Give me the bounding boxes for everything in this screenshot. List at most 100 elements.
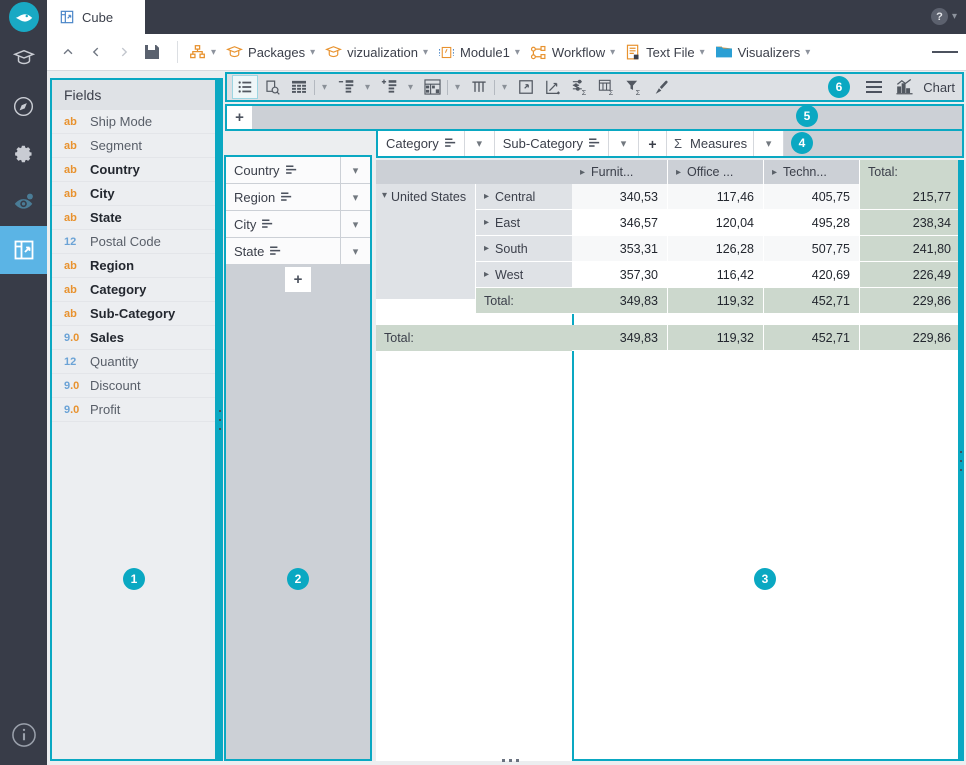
list-item[interactable]: ab Segment <box>52 134 215 158</box>
row-group-united-states[interactable]: ▾ United States <box>376 184 476 299</box>
table-cell[interactable]: 507,75 <box>764 236 860 262</box>
page-search-icon[interactable] <box>259 75 285 99</box>
sidebar-item-cube[interactable] <box>0 226 47 274</box>
workflow-menu[interactable]: Workflow ▾ <box>525 38 620 66</box>
column-field-category[interactable]: Category <box>378 131 464 156</box>
list-item[interactable]: 9.0 Profit <box>52 398 215 422</box>
vizualization-menu[interactable]: vizualization ▾ <box>320 38 433 66</box>
dimension-row-state[interactable]: State ▾ <box>226 238 370 265</box>
chevron-down-icon[interactable]: ▾ <box>340 157 370 183</box>
list-item[interactable]: 12 Postal Code <box>52 230 215 254</box>
sort-icon[interactable] <box>281 191 294 203</box>
list-item[interactable]: 12 Quantity <box>52 350 215 374</box>
chevron-down-icon[interactable]: ▾ <box>450 75 465 99</box>
table-cell-total[interactable]: 238,34 <box>860 210 960 236</box>
table-cell-grandtotal[interactable]: 119,32 <box>668 325 764 351</box>
chevron-right-icon[interactable]: ▸ <box>484 217 489 228</box>
sidebar-item-compass[interactable] <box>0 82 47 130</box>
info-icon[interactable] <box>0 705 47 765</box>
table-cell[interactable]: 420,69 <box>764 262 860 288</box>
table-cell[interactable]: 346,57 <box>572 210 668 236</box>
dimension-row-country[interactable]: Country ▾ <box>226 157 370 184</box>
help-button[interactable]: ? ▾ <box>930 8 957 25</box>
brush-icon[interactable] <box>648 75 674 99</box>
chevron-right-icon[interactable]: ▸ <box>580 167 585 178</box>
chevron-down-icon[interactable]: ▾ <box>340 211 370 237</box>
chart-icon[interactable] <box>891 75 917 99</box>
sort-icon[interactable] <box>444 138 458 149</box>
sort-icon[interactable] <box>262 218 275 230</box>
splitter-fields-dimensions[interactable] <box>217 78 223 761</box>
dimension-row-region[interactable]: Region ▾ <box>226 184 370 211</box>
table-cell-grandtotal[interactable]: 349,83 <box>572 325 668 351</box>
grid-icon[interactable] <box>286 75 312 99</box>
packages-menu[interactable]: Packages ▾ <box>221 38 320 66</box>
table-cell[interactable]: 405,75 <box>764 184 860 210</box>
list-item[interactable]: ab State <box>52 206 215 230</box>
table-row-header[interactable]: ▸ West <box>476 262 572 288</box>
chevron-right-icon[interactable]: ▸ <box>484 191 489 202</box>
collapse-button[interactable] <box>55 39 81 65</box>
chevron-right-icon[interactable]: ▸ <box>676 167 681 178</box>
plus-rows-icon[interactable] <box>376 75 402 99</box>
splitter-bottom[interactable] <box>430 757 590 764</box>
chevron-down-icon[interactable]: ▾ <box>340 184 370 210</box>
module1-menu[interactable]: Module1 ▾ <box>433 38 525 66</box>
add-filter-button[interactable]: + <box>227 106 252 129</box>
table-cell-subtotal[interactable]: 229,86 <box>860 288 960 314</box>
chevron-down-icon[interactable]: ▾ <box>463 131 495 156</box>
tab-cube[interactable]: Cube <box>47 0 145 34</box>
chevron-right-icon[interactable]: ▸ <box>484 269 489 280</box>
table-cell-subtotal[interactable]: 349,83 <box>572 288 668 314</box>
calc-sigma-icon[interactable]: Σ <box>594 75 620 99</box>
table-cell-grandtotal[interactable]: 229,86 <box>860 325 960 351</box>
list-item[interactable]: ab Sub-Category <box>52 302 215 326</box>
chevron-down-icon[interactable]: ▾ <box>340 238 370 264</box>
chevron-right-icon[interactable]: ▸ <box>772 167 777 178</box>
dimension-row-city[interactable]: City ▾ <box>226 211 370 238</box>
sort-sigma-icon[interactable]: Σ <box>567 75 593 99</box>
table-row-header[interactable]: ▸ Central <box>476 184 572 210</box>
table-cell[interactable]: 495,28 <box>764 210 860 236</box>
layout-icon[interactable] <box>419 75 445 99</box>
table-cell-grandtotal[interactable]: 452,71 <box>764 325 860 351</box>
axis-icon[interactable] <box>540 75 566 99</box>
list-item[interactable]: 9.0 Sales <box>52 326 215 350</box>
table-cell-subtotal[interactable]: 119,32 <box>668 288 764 314</box>
back-button[interactable] <box>83 39 109 65</box>
menu-overflow-button[interactable] <box>932 39 959 65</box>
table-cell-subtotal[interactable]: 452,71 <box>764 288 860 314</box>
filter-drop-area[interactable]: + <box>225 104 964 131</box>
save-button[interactable] <box>139 39 165 65</box>
list-item[interactable]: ab City <box>52 182 215 206</box>
toolbar-menu-button[interactable] <box>863 80 885 95</box>
list-item[interactable]: ab Category <box>52 278 215 302</box>
chevron-right-icon[interactable]: ▸ <box>484 243 489 254</box>
column-field-sub-category[interactable]: Sub-Category <box>495 131 608 156</box>
table-cell[interactable]: 340,53 <box>572 184 668 210</box>
columns-icon[interactable] <box>466 75 492 99</box>
filter-sigma-icon[interactable]: Σ <box>621 75 647 99</box>
table-row-header[interactable]: ▸ East <box>476 210 572 236</box>
column-header-furniture[interactable]: ▸ Furnit... <box>572 160 668 184</box>
hierarchy-menu[interactable]: ▾ <box>184 38 221 66</box>
table-cell[interactable]: 357,30 <box>572 262 668 288</box>
chevron-down-icon[interactable]: ▾ <box>753 131 785 156</box>
chevron-down-icon[interactable]: ▾ <box>403 75 418 99</box>
table-cell[interactable]: 353,31 <box>572 236 668 262</box>
list-item[interactable]: ab Country <box>52 158 215 182</box>
splitter-right[interactable] <box>958 160 964 761</box>
list-item[interactable]: ab Region <box>52 254 215 278</box>
text-file-menu[interactable]: Text File ▾ <box>620 38 709 66</box>
measures-field[interactable]: Σ Measures <box>667 131 753 156</box>
add-dimension-button[interactable]: + <box>285 266 311 292</box>
add-column-field-button[interactable]: + <box>639 131 667 156</box>
table-row-header[interactable]: ▸ South <box>476 236 572 262</box>
table-cell[interactable]: 126,28 <box>668 236 764 262</box>
visualizers-menu[interactable]: Visualizers ▾ <box>710 38 816 66</box>
table-cell-total[interactable]: 215,77 <box>860 184 960 210</box>
chevron-down-icon[interactable]: ▾ <box>497 75 512 99</box>
table-cell[interactable]: 117,46 <box>668 184 764 210</box>
table-cell-total[interactable]: 241,80 <box>860 236 960 262</box>
sidebar-item-settings[interactable] <box>0 130 47 178</box>
